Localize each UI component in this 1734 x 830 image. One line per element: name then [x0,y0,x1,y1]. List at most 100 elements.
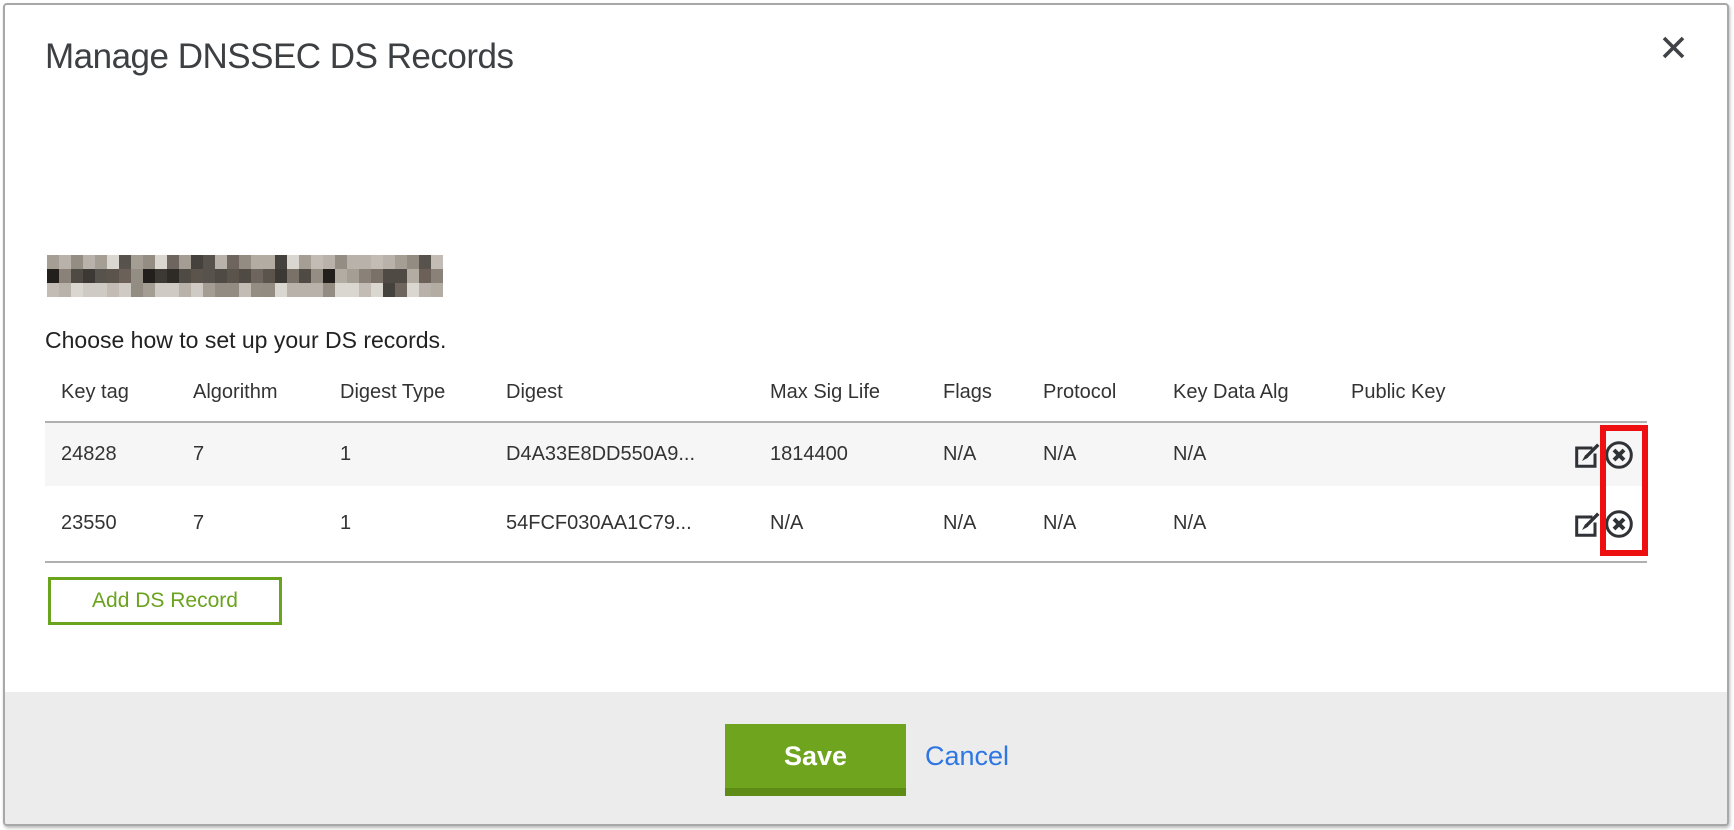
cell-protocol: N/A [1027,422,1157,486]
cell-actions [1547,486,1647,562]
domain-pixel-block [179,269,191,283]
cancel-link[interactable]: Cancel [925,724,1009,788]
column-header-flags: Flags [927,373,1027,422]
domain-pixel-block [119,283,131,297]
edit-pencil-icon [1572,509,1602,539]
domain-pixel-block [59,255,71,269]
domain-pixel-block [83,255,95,269]
domain-pixel-block [119,255,131,269]
domain-pixel-block [251,283,263,297]
domain-pixel-block [299,283,311,297]
domain-pixel-block [335,269,347,283]
domain-pixel-block [263,283,275,297]
delete-circle-x-icon [1603,439,1635,471]
save-button[interactable]: Save [725,724,906,796]
modal-footer: Save Cancel [5,692,1727,824]
domain-pixel-block [155,255,167,269]
domain-pixel-block [143,269,155,283]
domain-pixel-block [407,269,419,283]
cell-public-key [1335,422,1547,486]
domain-pixel-block [371,269,383,283]
domain-pixel-block [311,255,323,269]
domain-pixel-block [347,283,359,297]
domain-pixel-block [83,283,95,297]
domain-pixel-block [131,255,143,269]
domain-pixel-block [47,283,59,297]
domain-pixel-block [395,269,407,283]
domain-pixel-block [371,283,383,297]
domain-pixel-block [191,269,203,283]
domain-pixel-block [95,255,107,269]
domain-pixel-block [371,255,383,269]
domain-pixel-block [335,255,347,269]
cell-digest: 54FCF030AA1C79... [490,486,754,562]
cell-digest-type: 1 [324,422,490,486]
column-header-digest: Digest [490,373,754,422]
edit-record-button[interactable] [1571,439,1603,471]
modal-title: Manage DNSSEC DS Records [45,37,513,77]
domain-pixel-block [419,283,431,297]
domain-pixel-block [143,283,155,297]
domain-pixel-block [203,283,215,297]
domain-pixel-block [215,255,227,269]
domain-pixel-block [71,255,83,269]
column-header-max-sig-life: Max Sig Life [754,373,927,422]
domain-pixel-block [107,255,119,269]
domain-pixel-block [383,255,395,269]
domain-pixel-block [107,283,119,297]
domain-pixel-block [287,255,299,269]
cell-key-data-alg: N/A [1157,486,1335,562]
ds-records-table: Key tag Algorithm Digest Type Digest Max… [45,373,1647,563]
domain-pixel-block [203,269,215,283]
delete-record-button[interactable] [1603,439,1635,471]
column-header-key-tag: Key tag [45,373,177,422]
add-ds-record-button[interactable]: Add DS Record [48,577,282,625]
domain-pixel-block [251,269,263,283]
domain-pixel-block [167,255,179,269]
domain-pixel-block [323,255,335,269]
cell-max-sig-life: N/A [754,486,927,562]
domain-pixel-block [227,269,239,283]
edit-record-button[interactable] [1571,508,1603,540]
column-header-public-key: Public Key [1335,373,1547,422]
domain-pixel-block [251,255,263,269]
table-row: 24828 7 1 D4A33E8DD550A9... 1814400 N/A … [45,422,1647,486]
domain-pixel-block [167,283,179,297]
domain-pixel-block [215,269,227,283]
domain-pixel-block [167,269,179,283]
domain-pixel-block [239,283,251,297]
domain-pixel-block [323,269,335,283]
domain-pixel-block [311,269,323,283]
cell-digest: D4A33E8DD550A9... [490,422,754,486]
domain-pixel-block [239,269,251,283]
instruction-text: Choose how to set up your DS records. [45,327,446,354]
delete-record-button[interactable] [1603,508,1635,540]
close-icon [1660,34,1687,61]
cell-actions [1547,422,1647,486]
domain-pixel-block [383,283,395,297]
cell-key-tag: 23550 [45,486,177,562]
domain-pixel-block [359,255,371,269]
domain-pixel-block [287,269,299,283]
domain-pixel-block [179,255,191,269]
table-header-row: Key tag Algorithm Digest Type Digest Max… [45,373,1647,422]
domain-pixel-block [59,269,71,283]
domain-pixel-block [191,283,203,297]
domain-pixel-block [275,255,287,269]
domain-pixel-block [263,269,275,283]
domain-pixel-block [227,255,239,269]
cell-protocol: N/A [1027,486,1157,562]
domain-pixel-block [359,283,371,297]
domain-name-redacted [47,255,443,297]
domain-pixel-block [323,283,335,297]
domain-pixel-block [131,269,143,283]
domain-pixel-block [95,283,107,297]
dnssec-ds-records-modal: Manage DNSSEC DS Records Choose how to s… [3,3,1729,826]
domain-pixel-block [155,269,167,283]
cell-max-sig-life: 1814400 [754,422,927,486]
column-header-algorithm: Algorithm [177,373,324,422]
domain-pixel-block [299,255,311,269]
domain-pixel-block [203,255,215,269]
close-button[interactable] [1653,27,1693,67]
delete-circle-x-icon [1603,508,1635,540]
